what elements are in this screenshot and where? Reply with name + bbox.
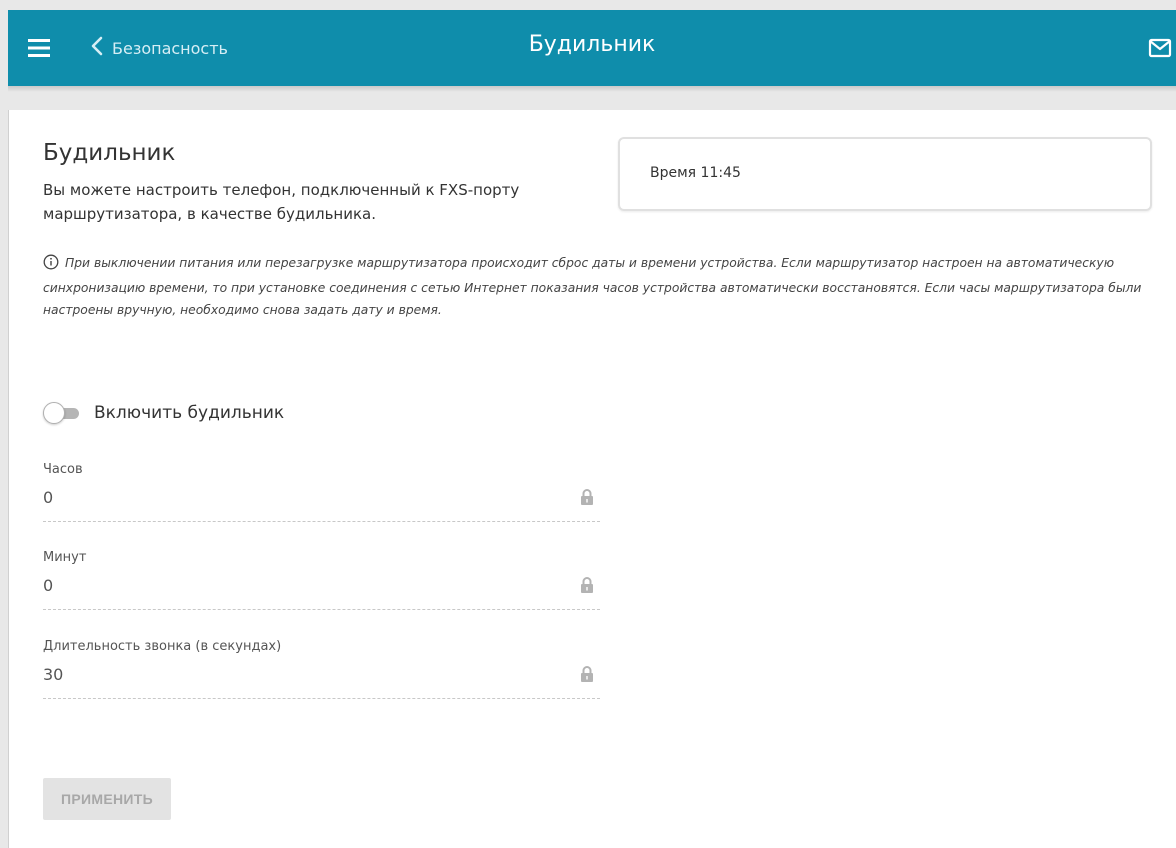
hours-field: Часов (43, 462, 600, 524)
top-bar: Безопасность Будильник (8, 10, 1176, 86)
apply-button[interactable]: ПРИМЕНИТЬ (43, 778, 171, 820)
header-title: Будильник (528, 32, 656, 57)
content-panel: Будильник Вы можете настроить телефон, п… (8, 110, 1176, 848)
info-icon (43, 254, 59, 277)
duration-field: Длительность звонка (в секундах) (43, 639, 600, 701)
lock-icon (580, 665, 594, 687)
page-description: Вы можете настроить телефон, подключенны… (43, 181, 520, 223)
minutes-field: Минут (43, 550, 600, 612)
toggle-switch[interactable] (43, 402, 79, 424)
lock-icon (580, 488, 594, 510)
field-underline (43, 698, 600, 699)
field-underline (43, 521, 600, 522)
header-shadow (8, 86, 1176, 92)
page-title: Будильник (43, 140, 176, 166)
current-time: Время 11:45 (650, 165, 741, 181)
duration-input[interactable] (43, 659, 563, 689)
toggle-knob (43, 402, 65, 424)
field-underline (43, 609, 600, 610)
alarm-toggle[interactable]: Включить будильник (43, 402, 284, 424)
minutes-input[interactable] (43, 570, 563, 600)
minutes-label: Минут (43, 550, 87, 565)
hours-input[interactable] (43, 482, 563, 512)
notice-text: При выключении питания или перезагрузке … (43, 256, 1142, 317)
notice: При выключении питания или перезагрузке … (43, 252, 1153, 321)
hours-label: Часов (43, 462, 83, 477)
duration-label: Длительность звонка (в секундах) (43, 639, 282, 654)
time-card: Время 11:45 (618, 137, 1152, 211)
toggle-label: Включить будильник (94, 403, 285, 423)
lock-icon (580, 576, 594, 598)
mail-icon[interactable] (1148, 37, 1172, 59)
